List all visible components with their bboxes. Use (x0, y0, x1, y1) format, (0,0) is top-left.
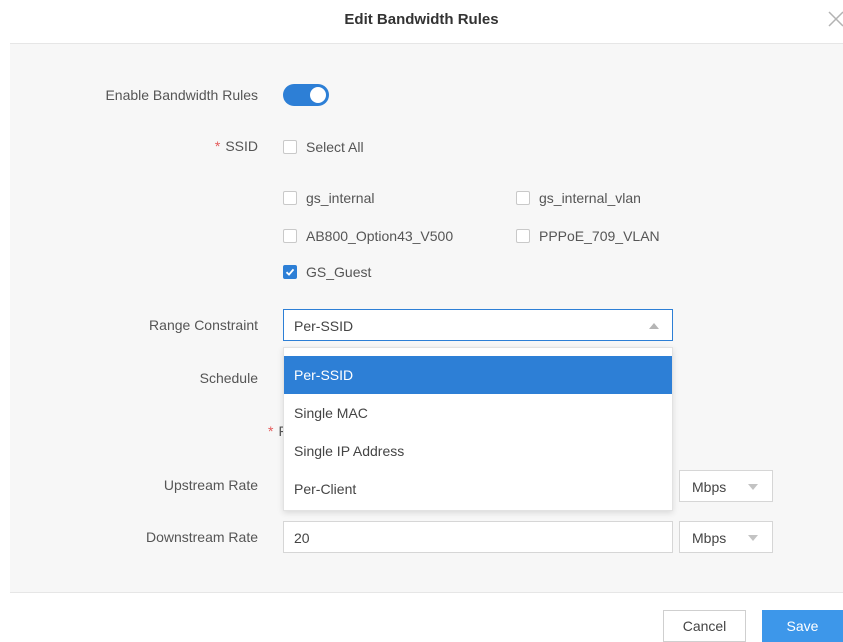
check-icon (285, 268, 295, 276)
checkbox-box[interactable] (516, 229, 530, 243)
dropdown-option-single-mac[interactable]: Single MAC (284, 394, 672, 432)
downstream-rate-value: 20 (294, 530, 310, 546)
ssid-option-pppoe[interactable]: PPPoE_709_VLAN (516, 228, 660, 244)
downstream-rate-input[interactable]: 20 (283, 521, 673, 553)
ssid-option-label: PPPoE_709_VLAN (539, 228, 660, 244)
downstream-rate-label: Downstream Rate (145, 529, 258, 545)
checkbox-box[interactable] (283, 140, 297, 154)
upstream-unit-select[interactable]: Mbps (679, 470, 773, 502)
dialog-header: Edit Bandwidth Rules (0, 0, 843, 40)
ssid-option-label: gs_internal_vlan (539, 190, 641, 206)
ssid-label: * SSID (215, 138, 258, 154)
upstream-rate-label: Upstream Rate (163, 477, 258, 493)
enable-bandwidth-toggle[interactable] (283, 84, 329, 106)
chevron-up-icon (649, 323, 659, 329)
footer-divider (10, 592, 843, 593)
ssid-option-label: gs_internal (306, 190, 375, 206)
ssid-option-ab800[interactable]: AB800_Option43_V500 (283, 228, 453, 244)
range-constraint-value: Per-SSID (294, 318, 354, 334)
dropdown-option-per-client[interactable]: Per-Client (284, 470, 672, 508)
close-icon[interactable] (826, 9, 843, 29)
ssid-option-label: GS_Guest (306, 264, 372, 280)
enable-bandwidth-label: Enable Bandwidth Rules (105, 87, 258, 103)
select-all-label: Select All (306, 139, 364, 155)
checkbox-box[interactable] (283, 191, 297, 205)
dialog-title: Edit Bandwidth Rules (344, 11, 499, 28)
dropdown-option-per-ssid[interactable]: Per-SSID (284, 356, 672, 394)
required-mark: * (267, 423, 274, 439)
save-button[interactable]: Save (762, 610, 843, 642)
checkbox-box[interactable] (283, 229, 297, 243)
upstream-unit-value: Mbps (692, 479, 727, 495)
toggle-knob (310, 87, 326, 103)
range-constraint-dropdown: Per-SSID Single MAC Single IP Address Pe… (283, 347, 673, 511)
chevron-down-icon (748, 535, 758, 541)
cancel-button[interactable]: Cancel (663, 610, 746, 642)
ssid-option-gs-guest[interactable]: GS_Guest (283, 264, 371, 280)
schedule-label: Schedule (199, 370, 258, 386)
select-all-checkbox[interactable]: Select All (283, 139, 364, 155)
required-mark: * (214, 138, 221, 154)
checkbox-box[interactable] (516, 191, 530, 205)
ssid-option-gs-internal-vlan[interactable]: gs_internal_vlan (516, 190, 641, 206)
range-constraint-label: Range Constraint (149, 317, 258, 333)
dropdown-option-single-ip[interactable]: Single IP Address (284, 432, 672, 470)
ssid-option-gs-internal[interactable]: gs_internal (283, 190, 375, 206)
range-constraint-select[interactable]: Per-SSID (283, 309, 673, 341)
ssid-option-label: AB800_Option43_V500 (306, 228, 454, 244)
chevron-down-icon (748, 484, 758, 490)
downstream-unit-value: Mbps (692, 530, 727, 546)
downstream-unit-select[interactable]: Mbps (679, 521, 773, 553)
checkbox-box-checked[interactable] (283, 265, 297, 279)
ssid-label-text: SSID (225, 138, 258, 154)
